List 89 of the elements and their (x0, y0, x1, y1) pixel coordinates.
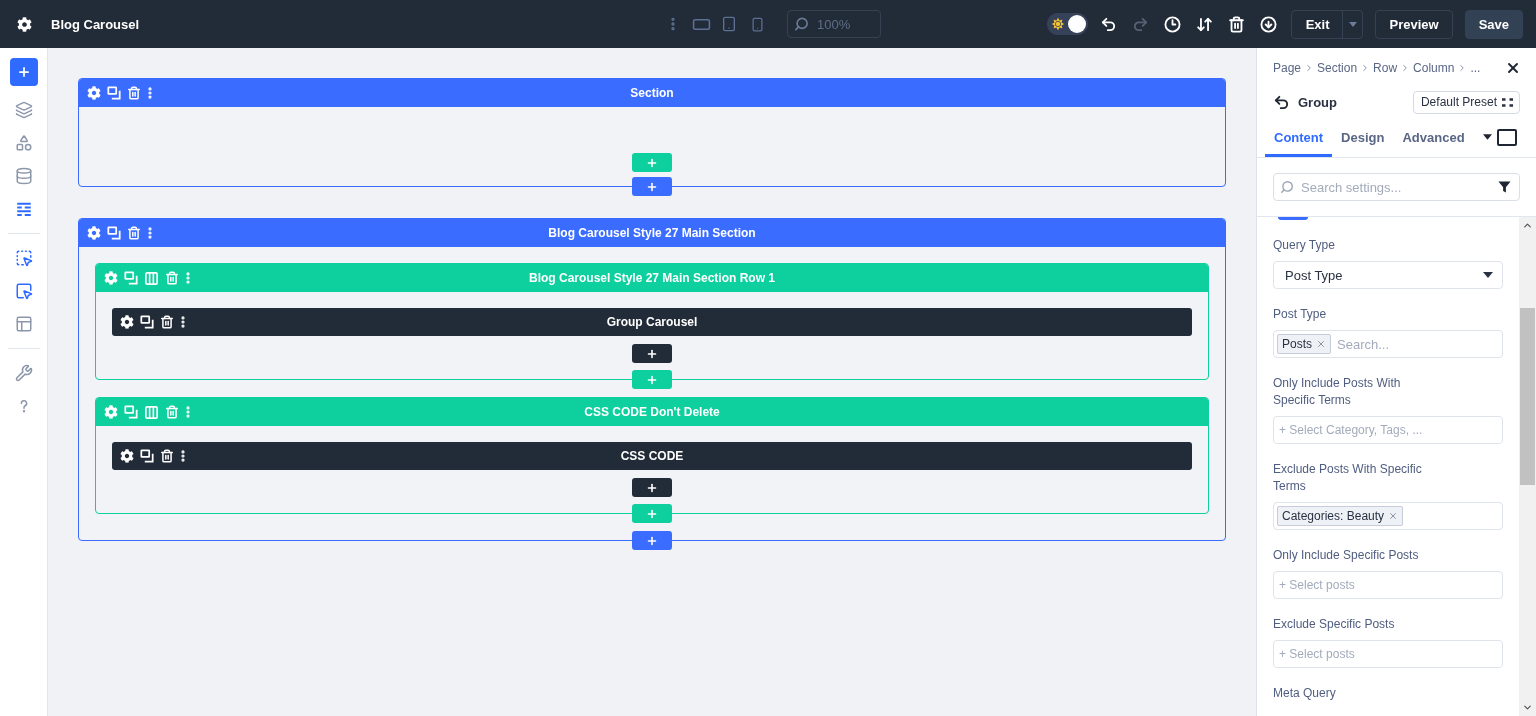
caret-icon[interactable] (1483, 134, 1492, 140)
field-label: Meta Query (1273, 685, 1337, 702)
search-icon (1280, 180, 1294, 194)
section-title: Section (630, 86, 674, 100)
page-title: Blog Carousel (51, 16, 140, 32)
tab[interactable]: Design (1332, 117, 1394, 157)
plus-icon (646, 507, 658, 520)
selected-tag[interactable]: Categories: Beauty (1277, 506, 1404, 526)
plus-icon (646, 481, 658, 494)
phone-view-icon[interactable] (749, 16, 765, 32)
remove-icon[interactable] (1388, 511, 1399, 521)
zoom-field[interactable]: 100% (787, 10, 881, 38)
layers-icon[interactable] (14, 101, 33, 119)
plus-icon (646, 347, 658, 360)
add-module-button[interactable] (632, 478, 672, 497)
field-label: Exclude Posts With Specific Terms (1273, 461, 1423, 495)
field-label: Only Include Posts With Specific Terms (1273, 375, 1402, 409)
undo-icon[interactable] (1100, 15, 1118, 33)
preset-options-icon (1502, 97, 1513, 107)
tablet-view-icon[interactable] (721, 16, 737, 32)
add-button[interactable] (9, 58, 38, 86)
search-field[interactable]: Search settings... (1273, 173, 1520, 201)
tag-input-field[interactable]: Categories: Beauty (1273, 502, 1503, 530)
scrollbar-thumb[interactable] (1520, 308, 1535, 485)
wrench-icon[interactable] (14, 364, 33, 382)
database-icon[interactable] (14, 167, 33, 185)
field-label: Exclude Specific Posts (1273, 616, 1396, 633)
tab[interactable]: Advanced (1393, 117, 1474, 157)
trash-icon[interactable] (160, 449, 174, 463)
list-icon[interactable] (14, 200, 33, 218)
scroll-down-icon[interactable] (1522, 702, 1533, 713)
plus-icon (646, 180, 658, 193)
tag-input-field[interactable]: Posts Search... (1273, 330, 1503, 358)
select-input-field[interactable]: + Select Category, Tags, ... (1273, 416, 1503, 444)
plus-icon (646, 373, 658, 386)
tab[interactable]: Content (1265, 117, 1333, 157)
breadcrumb-link[interactable]: Section (1317, 61, 1358, 75)
breadcrumb-link[interactable]: Row (1373, 61, 1398, 75)
dashed-pointer-icon[interactable] (14, 249, 33, 267)
selected-tag[interactable]: Posts (1277, 334, 1331, 354)
add-module-button[interactable] (632, 344, 672, 363)
field-label: Post Type (1273, 306, 1328, 323)
back-arrow-icon[interactable] (1273, 93, 1290, 111)
sun-icon (1051, 18, 1064, 30)
plus-icon (646, 156, 658, 169)
plus-icon (646, 534, 658, 547)
settings-icon[interactable] (120, 449, 134, 463)
save-button[interactable]: Save (1464, 9, 1523, 39)
toggle-knob (1067, 15, 1086, 33)
add-section-button[interactable] (632, 177, 672, 196)
row-title: Blog Carousel Style 27 Main Section Row 1 (528, 271, 776, 285)
module-title: Group Carousel (606, 315, 698, 329)
preview-button[interactable]: Preview (1375, 9, 1453, 39)
sort-arrows-icon[interactable] (1196, 15, 1214, 33)
duplicate-icon[interactable] (140, 315, 154, 329)
field-label: Only Include Specific Posts (1273, 547, 1420, 564)
trash-icon[interactable] (160, 315, 174, 329)
select-input-field[interactable]: + Select posts (1273, 571, 1503, 599)
select-dropdown[interactable]: Post Type (1273, 261, 1503, 289)
field-label: Query Type (1273, 237, 1336, 254)
add-section-button[interactable] (632, 531, 672, 550)
panel-title: Group (1298, 94, 1337, 110)
exit-button[interactable]: Exit (1290, 9, 1364, 39)
breadcrumb-link[interactable]: Column (1413, 61, 1455, 75)
duplicate-icon[interactable] (140, 449, 154, 463)
cut-off-control (1278, 217, 1308, 220)
select-input-field[interactable]: + Select posts (1273, 640, 1503, 668)
plus-icon (16, 65, 31, 79)
remove-icon[interactable] (1316, 339, 1326, 349)
view-frame-icon[interactable] (1497, 128, 1517, 146)
breadcrumb-link[interactable]: ... (1470, 61, 1481, 75)
settings-icon[interactable] (17, 16, 32, 32)
clock-icon[interactable] (1164, 15, 1182, 33)
breadcrumb-link[interactable]: Page (1273, 61, 1302, 75)
square-pointer-icon[interactable] (14, 282, 33, 300)
shapes-icon[interactable] (14, 134, 33, 152)
filter-icon[interactable] (1498, 180, 1511, 194)
close-icon[interactable] (1505, 60, 1521, 76)
caret-icon (1483, 272, 1493, 278)
settings-icon[interactable] (120, 315, 134, 329)
trash-icon[interactable] (1228, 15, 1246, 33)
row-title: CSS CODE Don't Delete (584, 405, 720, 419)
theme-toggle[interactable] (1046, 13, 1088, 35)
download-icon[interactable] (1260, 15, 1278, 33)
preset-button[interactable]: Default Preset (1412, 90, 1520, 114)
search-icon (794, 16, 809, 32)
module-title: CSS CODE (620, 449, 684, 463)
section-title: Blog Carousel Style 27 Main Section (548, 226, 756, 240)
layout-icon[interactable] (14, 315, 33, 333)
